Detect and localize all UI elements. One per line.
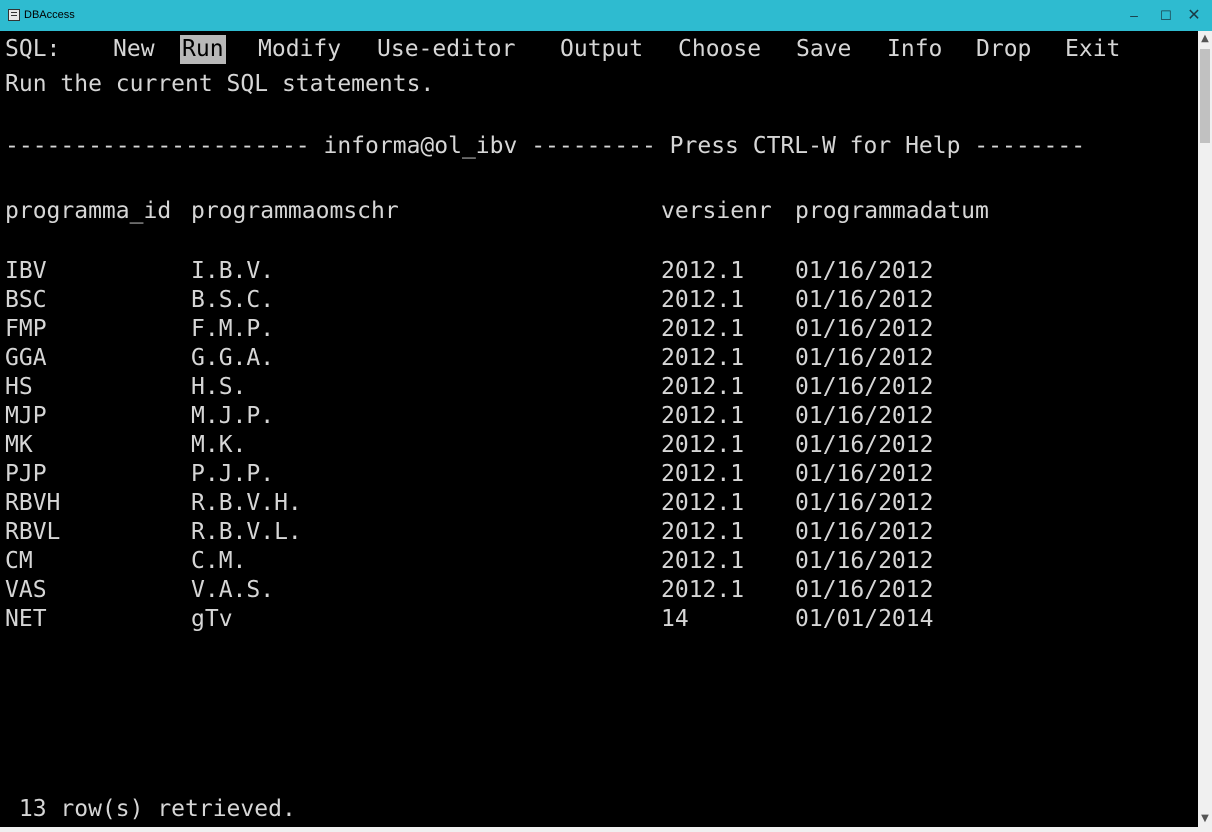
table-row: PJP P.J.P. 2012.1 01/16/2012	[5, 460, 1185, 489]
table-cell: 2012.1	[661, 316, 745, 342]
scroll-down-arrow-icon[interactable]: ▼	[1198, 811, 1212, 827]
table-cell: R.B.V.L.	[191, 519, 302, 545]
table-cell: 2012.1	[661, 577, 745, 603]
table-cell: 01/16/2012	[795, 548, 934, 574]
table-cell: 01/16/2012	[795, 287, 934, 313]
horizontal-scrollbar[interactable]	[0, 827, 1212, 832]
table-cell: 01/16/2012	[795, 432, 934, 458]
table-cell: MJP	[5, 403, 47, 429]
table-cell: C.M.	[191, 548, 247, 574]
table-cell: VAS	[5, 577, 47, 603]
table-cell: NET	[5, 606, 47, 632]
menu-bar: SQL: New Run Modify Use-editor Output Ch…	[5, 35, 1120, 64]
table-cell: 2012.1	[661, 490, 745, 516]
terminal-screen[interactable]: SQL: New Run Modify Use-editor Output Ch…	[0, 31, 1198, 827]
column-header: programma_id	[5, 198, 172, 224]
table-cell: MK	[5, 432, 33, 458]
table-cell: 2012.1	[661, 345, 745, 371]
table-cell: 2012.1	[661, 519, 745, 545]
table-cell: 14	[661, 606, 689, 632]
table-cell: 2012.1	[661, 374, 745, 400]
table-cell: 2012.1	[661, 548, 745, 574]
table-cell: RBVH	[5, 490, 61, 516]
column-header: programmadatum	[795, 198, 989, 224]
table-row: RBVL R.B.V.L. 2012.1 01/16/2012	[5, 518, 1185, 547]
table-row: VAS V.A.S. 2012.1 01/16/2012	[5, 576, 1185, 605]
menu-item-drop[interactable]: Drop	[974, 35, 1033, 64]
table-row: RBVH R.B.V.H. 2012.1 01/16/2012	[5, 489, 1185, 518]
menu-item-use-editor[interactable]: Use-editor	[375, 35, 517, 64]
table-cell: R.B.V.H.	[191, 490, 302, 516]
table-cell: 01/16/2012	[795, 258, 934, 284]
menu-item-save[interactable]: Save	[794, 35, 853, 64]
title-bar: DBAccess – ☐ ✕	[0, 0, 1212, 31]
table-cell: 2012.1	[661, 403, 745, 429]
table-cell: B.S.C.	[191, 287, 275, 313]
table-cell: 2012.1	[661, 432, 745, 458]
status-line: ---------------------- informa@ol_ibv --…	[5, 133, 1086, 159]
table-cell: 01/16/2012	[795, 345, 934, 371]
table-cell: 01/16/2012	[795, 490, 934, 516]
menu-item-run[interactable]: Run	[180, 35, 226, 64]
table-cell: G.G.A.	[191, 345, 275, 371]
table-cell: V.A.S.	[191, 577, 275, 603]
table-cell: HS	[5, 374, 33, 400]
menu-prompt: SQL:	[5, 36, 61, 62]
column-header: versienr	[661, 198, 772, 224]
menu-item-output[interactable]: Output	[558, 35, 645, 64]
vertical-scrollbar[interactable]: ▲ ▼	[1198, 31, 1212, 827]
table-cell: RBVL	[5, 519, 61, 545]
table-cell: PJP	[5, 461, 47, 487]
table-cell: gTv	[191, 606, 233, 632]
table-row: FMP F.M.P. 2012.1 01/16/2012	[5, 315, 1185, 344]
table-cell: CM	[5, 548, 33, 574]
table-cell: 2012.1	[661, 461, 745, 487]
table-cell: FMP	[5, 316, 47, 342]
table-cell: I.B.V.	[191, 258, 275, 284]
table-cell: 01/16/2012	[795, 403, 934, 429]
table-header: programma_id programmaomschr versienr pr…	[5, 197, 1185, 226]
table-cell: H.S.	[191, 374, 247, 400]
menu-item-modify[interactable]: Modify	[256, 35, 343, 64]
row-count-message: 13 row(s) retrieved.	[5, 796, 296, 822]
table-cell: 01/16/2012	[795, 577, 934, 603]
app-icon	[8, 9, 20, 21]
table-cell: BSC	[5, 287, 47, 313]
column-header: programmaomschr	[191, 198, 399, 224]
menu-item-choose[interactable]: Choose	[676, 35, 763, 64]
menu-description: Run the current SQL statements.	[5, 71, 435, 97]
window-title: DBAccess	[24, 9, 75, 21]
scroll-up-arrow-icon[interactable]: ▲	[1198, 31, 1212, 47]
scrollbar-thumb[interactable]	[1200, 49, 1210, 143]
menu-item-new[interactable]: New	[111, 35, 157, 64]
table-row: HS H.S. 2012.1 01/16/2012	[5, 373, 1185, 402]
table-cell: 01/16/2012	[795, 519, 934, 545]
table-row: IBV I.B.V. 2012.1 01/16/2012	[5, 257, 1185, 286]
menu-item-exit[interactable]: Exit	[1063, 35, 1122, 64]
table-cell: 01/16/2012	[795, 374, 934, 400]
table-cell: 01/16/2012	[795, 316, 934, 342]
table-cell: M.J.P.	[191, 403, 275, 429]
close-button[interactable]: ✕	[1176, 0, 1212, 31]
table-row: BSC B.S.C. 2012.1 01/16/2012	[5, 286, 1185, 315]
table-row: NET gTv 14 01/01/2014	[5, 605, 1185, 634]
minimize-button[interactable]: –	[1116, 0, 1152, 31]
table-cell: 01/01/2014	[795, 606, 934, 632]
table-cell: 2012.1	[661, 258, 745, 284]
table-cell: IBV	[5, 258, 47, 284]
table-row: CM C.M. 2012.1 01/16/2012	[5, 547, 1185, 576]
table-row: MK M.K. 2012.1 01/16/2012	[5, 431, 1185, 460]
menu-item-info[interactable]: Info	[885, 35, 944, 64]
table-row: GGA G.G.A. 2012.1 01/16/2012	[5, 344, 1185, 373]
table-cell: F.M.P.	[191, 316, 275, 342]
table-cell: 01/16/2012	[795, 461, 934, 487]
table-cell: GGA	[5, 345, 47, 371]
table-cell: M.K.	[191, 432, 247, 458]
table-cell: P.J.P.	[191, 461, 275, 487]
table-cell: 2012.1	[661, 287, 745, 313]
table-row: MJP M.J.P. 2012.1 01/16/2012	[5, 402, 1185, 431]
